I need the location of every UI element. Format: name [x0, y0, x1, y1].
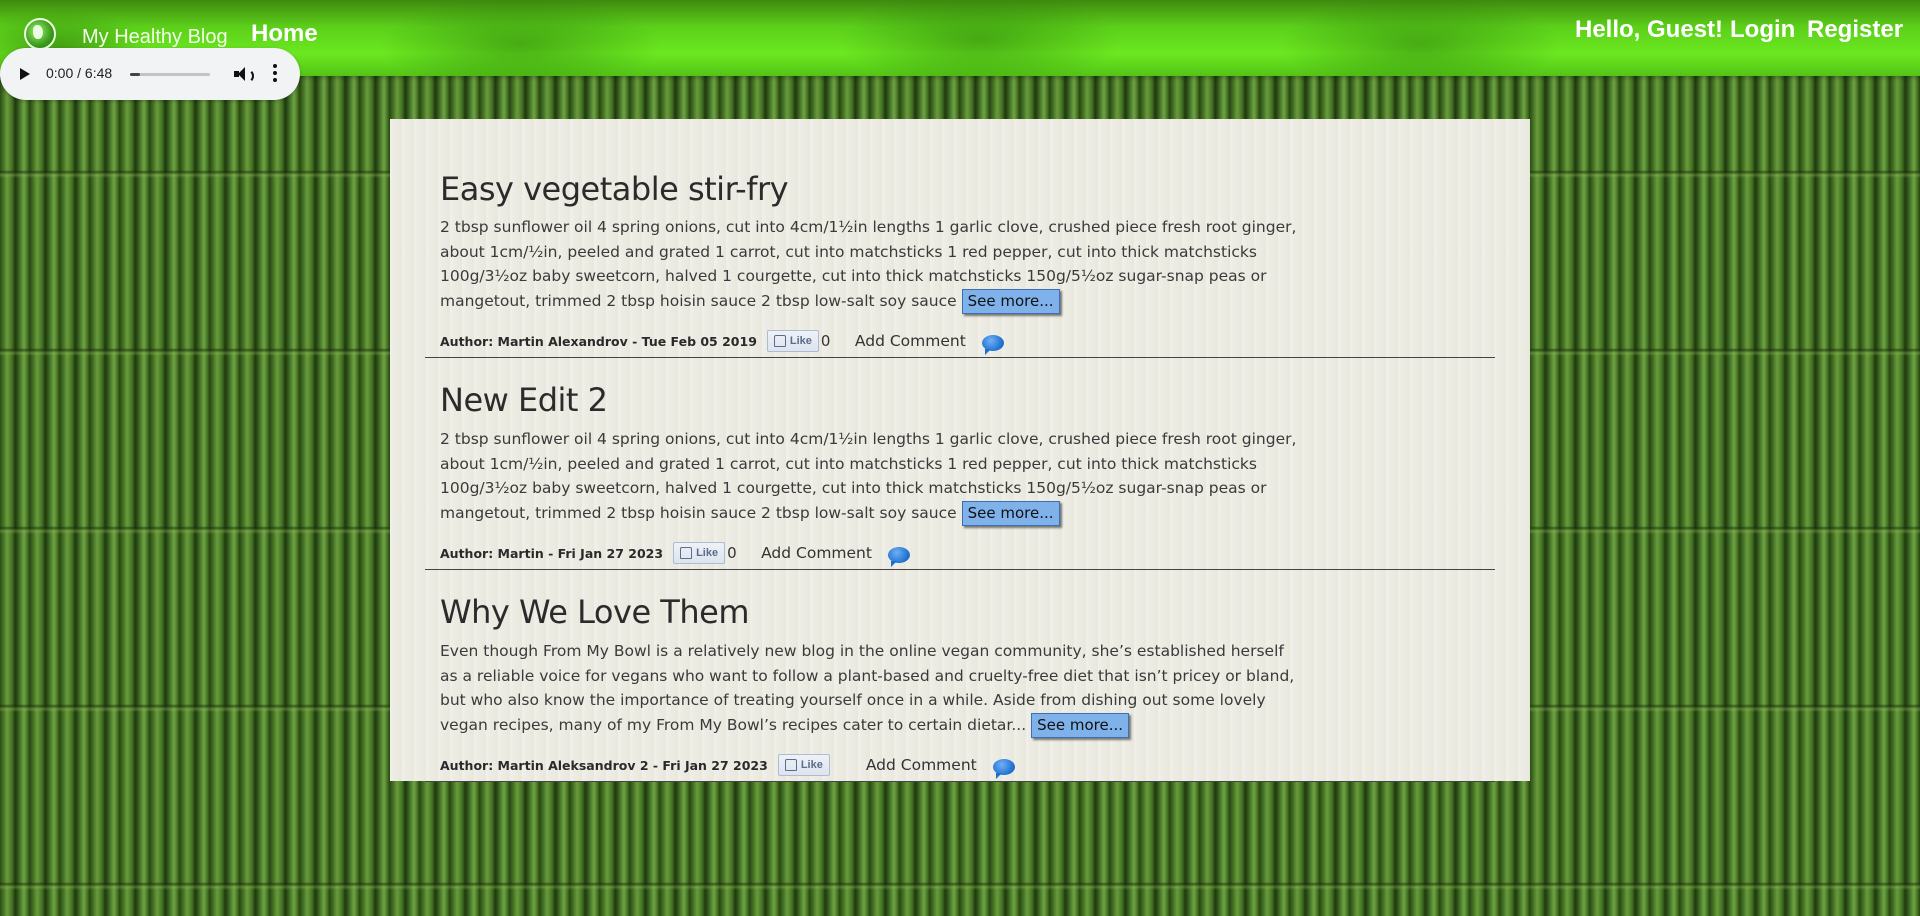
greeting-text: Hello, Guest! — [1575, 16, 1724, 43]
thumbs-up-icon — [680, 547, 693, 559]
post-item: New Edit 2 2 tbsp sunflower oil 4 spring… — [425, 357, 1495, 570]
like-button[interactable]: Like — [673, 542, 726, 564]
see-more-button[interactable]: See more... — [961, 288, 1060, 314]
post-title[interactable]: Why We Love Them — [440, 593, 749, 631]
thumbs-up-icon — [773, 335, 786, 347]
audio-player: 0:00 / 6:48 — [0, 48, 300, 100]
see-more-button[interactable]: See more... — [1031, 712, 1130, 738]
volume-icon[interactable] — [234, 65, 254, 83]
post-title[interactable]: New Edit 2 — [440, 381, 608, 419]
register-link[interactable]: Register — [1807, 16, 1903, 44]
comment-bubble-icon[interactable] — [887, 547, 910, 567]
comment-bubble-icon[interactable] — [992, 759, 1015, 779]
post-body: Even though From My Bowl is a relatively… — [440, 639, 1300, 738]
posts-panel: Easy vegetable stir-fry 2 tbsp sunflower… — [390, 119, 1530, 782]
like-button[interactable]: Like — [777, 754, 830, 776]
post-body-text: Even though From My Bowl is a relatively… — [440, 642, 1295, 734]
like-count: 0 — [727, 544, 737, 562]
play-icon[interactable] — [20, 68, 30, 80]
audio-progress-fill — [130, 73, 141, 76]
more-options-icon[interactable] — [273, 64, 277, 84]
globe-logo-icon[interactable] — [24, 18, 56, 50]
post-meta: Author: Martin Alexandrov - Tue Feb 05 2… — [440, 329, 1004, 355]
like-button[interactable]: Like — [766, 330, 819, 352]
post-item: Why We Love Them Even though From My Bow… — [425, 569, 1495, 782]
add-comment-link[interactable]: Add Comment — [855, 332, 966, 350]
like-label: Like — [800, 759, 823, 771]
audio-time: 0:00 / 6:48 — [46, 65, 113, 81]
post-meta: Author: Martin - Fri Jan 27 2023 Like 0 … — [440, 541, 910, 567]
brand-link[interactable]: My Healthy Blog — [82, 26, 228, 49]
post-body: 2 tbsp sunflower oil 4 spring onions, cu… — [440, 427, 1300, 526]
post-title[interactable]: Easy vegetable stir-fry — [440, 170, 789, 208]
like-label: Like — [696, 547, 719, 559]
thumbs-up-icon — [784, 759, 797, 771]
post-meta: Author: Martin Aleksandrov 2 - Fri Jan 2… — [440, 753, 1015, 779]
post-author: Author: Martin Alexandrov - Tue Feb 05 2… — [440, 333, 757, 349]
post-body-text: 2 tbsp sunflower oil 4 spring onions, cu… — [440, 218, 1297, 310]
audio-seek-slider[interactable] — [130, 73, 210, 76]
post-body-text: 2 tbsp sunflower oil 4 spring onions, cu… — [440, 430, 1297, 522]
like-count: 0 — [820, 332, 831, 350]
see-more-button[interactable]: See more... — [961, 500, 1060, 526]
post-body: 2 tbsp sunflower oil 4 spring onions, cu… — [440, 215, 1300, 314]
login-link[interactable]: Login — [1730, 16, 1795, 44]
add-comment-link[interactable]: Add Comment — [761, 544, 872, 562]
post-author: Author: Martin Aleksandrov 2 - Fri Jan 2… — [440, 757, 768, 773]
nav-home-link[interactable]: Home — [251, 20, 318, 48]
like-label: Like — [789, 335, 812, 347]
post-item: Easy vegetable stir-fry 2 tbsp sunflower… — [425, 119, 1495, 358]
add-comment-link[interactable]: Add Comment — [866, 756, 977, 774]
comment-bubble-icon[interactable] — [981, 335, 1004, 355]
post-author: Author: Martin - Fri Jan 27 2023 — [440, 545, 664, 561]
